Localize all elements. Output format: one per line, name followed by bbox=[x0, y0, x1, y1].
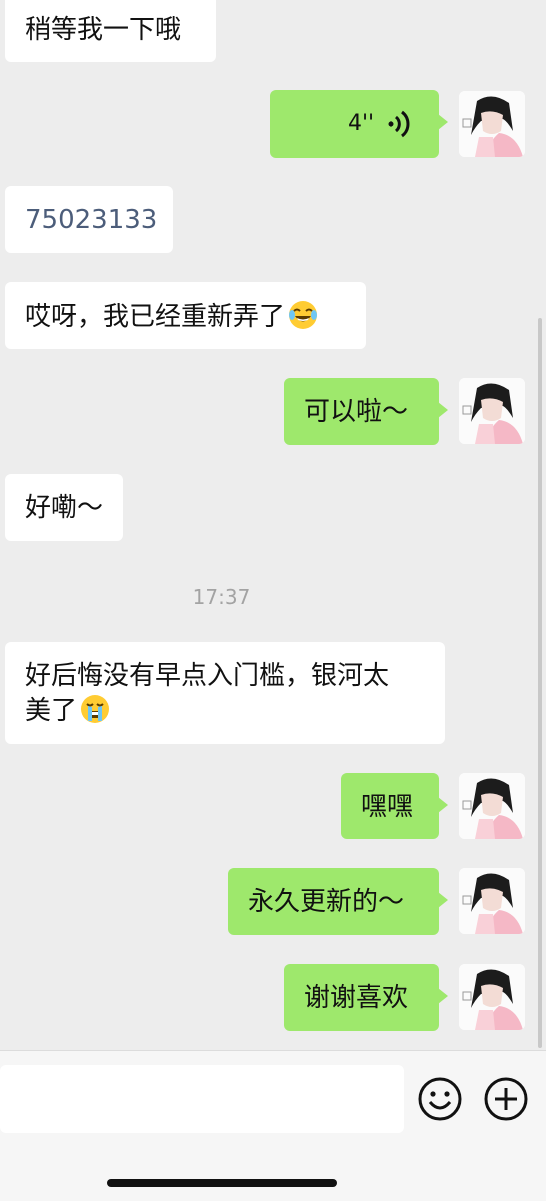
my-avatar[interactable] bbox=[459, 964, 525, 1030]
message-bubble-outgoing[interactable]: 永久更新的～ bbox=[228, 868, 448, 935]
home-indicator[interactable] bbox=[107, 1179, 337, 1187]
timestamp: 17:37 bbox=[192, 585, 251, 609]
my-avatar[interactable] bbox=[459, 91, 525, 157]
message-input[interactable] bbox=[0, 1065, 404, 1133]
my-avatar[interactable] bbox=[459, 378, 525, 444]
message-text-line-1: 好后悔没有早点入门槛，银河太 bbox=[25, 661, 390, 691]
message-bubble-outgoing[interactable]: 嘿嘿 bbox=[341, 773, 448, 839]
my-avatar[interactable] bbox=[459, 868, 525, 934]
message-text-line-2: 美了 bbox=[25, 696, 78, 726]
message-text: 谢谢喜欢 bbox=[304, 983, 409, 1013]
message-text: 嘿嘿 bbox=[361, 792, 414, 822]
voice-duration: 4'' bbox=[348, 111, 375, 136]
message-bubble-outgoing[interactable]: 可以啦～ bbox=[284, 378, 448, 445]
message-bubble-incoming[interactable]: 75023133 bbox=[5, 186, 173, 253]
avatar-image bbox=[459, 91, 525, 157]
message-text-number[interactable]: 75023133 bbox=[25, 205, 157, 235]
my-avatar[interactable] bbox=[459, 773, 525, 839]
scrollbar[interactable] bbox=[538, 318, 542, 1048]
avatar-image bbox=[459, 868, 525, 934]
avatar-image bbox=[459, 378, 525, 444]
message-bubble-incoming[interactable]: 好嘞～ bbox=[5, 474, 123, 541]
voice-message-bubble[interactable]: 4'' bbox=[270, 90, 448, 158]
voice-wave-icon bbox=[388, 110, 410, 138]
message-text: 稍等我一下哦 bbox=[25, 15, 182, 45]
message-text: 哎呀，我已经重新弄了 bbox=[25, 302, 286, 332]
avatar-image bbox=[459, 964, 525, 1030]
message-bubble-incoming[interactable]: 哎呀，我已经重新弄了 bbox=[5, 282, 366, 349]
message-bubble-outgoing[interactable]: 谢谢喜欢 bbox=[284, 964, 448, 1031]
message-text: 永久更新的～ bbox=[248, 887, 405, 917]
smiley-icon[interactable] bbox=[417, 1076, 463, 1122]
message-bubble-incoming[interactable]: 好后悔没有早点入门槛，银河太 美了 bbox=[5, 642, 445, 744]
message-text: 好嘞～ bbox=[25, 493, 104, 523]
crying-emoji-icon bbox=[81, 695, 110, 723]
tears-of-joy-emoji-icon bbox=[289, 301, 318, 329]
plus-circle-icon[interactable] bbox=[483, 1076, 529, 1122]
message-bubble-incoming[interactable]: 稍等我一下哦 bbox=[5, 0, 216, 62]
avatar-image bbox=[459, 773, 525, 839]
message-text: 可以啦～ bbox=[304, 397, 409, 427]
